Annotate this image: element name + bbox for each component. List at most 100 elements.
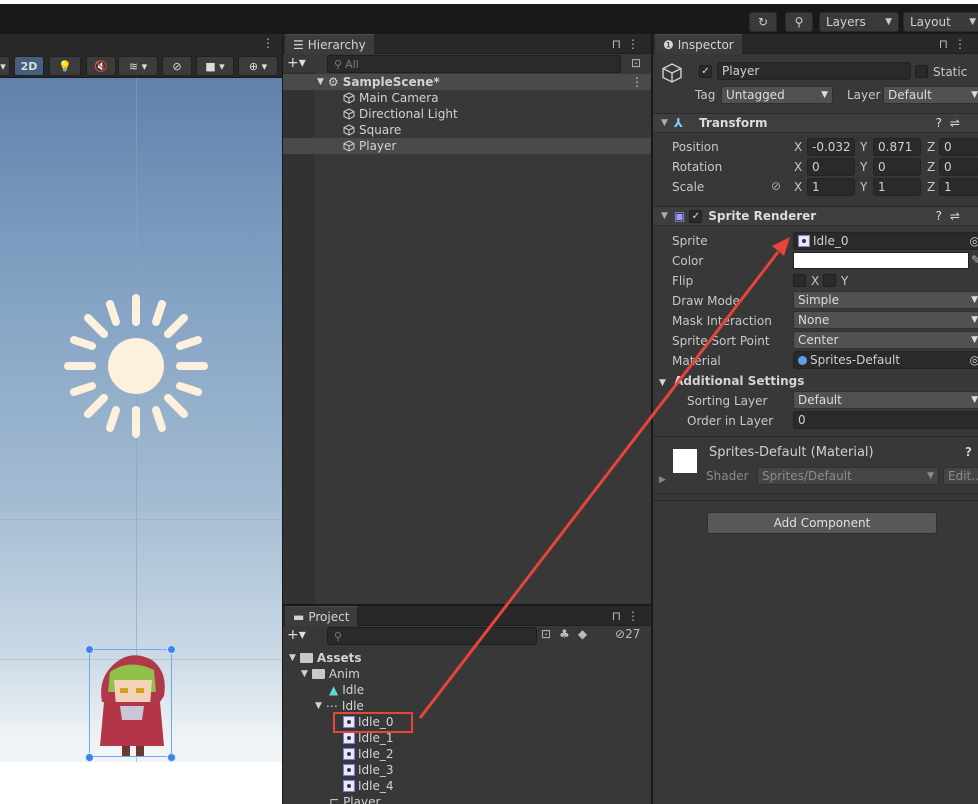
enabled-checkbox[interactable]: ✓ [689, 209, 703, 223]
selection-rect[interactable] [89, 649, 172, 757]
mode-2d-button[interactable]: 2D [14, 56, 44, 76]
sorting-layer-dropdown[interactable]: Default ▼ [793, 391, 978, 409]
position-z-field[interactable]: 0 [939, 138, 978, 156]
tree-item-anim[interactable]: ▼ Anim [283, 666, 651, 682]
expand-arrow-icon[interactable]: ▼ [661, 118, 668, 128]
shader-dropdown[interactable]: Sprites/Default ▼ [757, 467, 939, 485]
expand-arrow-icon[interactable]: ▼ [659, 378, 666, 388]
scene-row[interactable]: ▼ ⚙ SampleScene* ⋮ [283, 74, 651, 90]
item-label: Assets [316, 651, 362, 665]
object-name-field[interactable]: Player [717, 62, 911, 80]
shader-label: Shader [706, 469, 749, 483]
expand-arrow-icon[interactable]: ▶ [659, 475, 666, 485]
rotation-y-field[interactable]: 0 [873, 158, 921, 176]
tab-inspector[interactable]: ❶ Inspector [655, 34, 742, 54]
hidden-count[interactable]: ⊘27 [615, 627, 640, 641]
layers-dropdown[interactable]: Layers ▼ [819, 12, 899, 32]
tree-item-sprite[interactable]: Idle_4 [283, 778, 651, 794]
player-sprite[interactable] [90, 650, 173, 758]
expand-arrow-icon[interactable]: ▼ [317, 77, 324, 87]
camera-dropdown[interactable]: ■ ▾ [196, 56, 234, 76]
transform-header[interactable]: ▼ ⅄ Transform ?⇌ [653, 113, 978, 133]
hierarchy-search-input[interactable]: ⚲ All [327, 55, 621, 73]
tag-dropdown[interactable]: Untagged ▼ [721, 86, 833, 104]
add-button[interactable]: +▾ [287, 55, 306, 71]
layer-dropdown[interactable]: Default ▼ [883, 86, 978, 104]
link-icon[interactable]: ⊘ [771, 179, 781, 193]
layout-dropdown[interactable]: Layout ▼ [903, 12, 978, 32]
expand-arrow-icon[interactable]: ▼ [289, 653, 296, 663]
rotation-z-field[interactable]: 0 [939, 158, 978, 176]
lighting-toggle[interactable]: 💡 [49, 56, 81, 76]
expand-arrow-icon[interactable]: ▼ [301, 669, 308, 679]
expand-arrow-icon[interactable]: ▼ [315, 701, 322, 711]
edit-shader-button[interactable]: Edit... [943, 467, 978, 485]
sorting-layer-value: Default [798, 393, 842, 407]
tab-project[interactable]: ▬ Project [285, 606, 358, 626]
order-in-layer-field[interactable]: 0 [793, 411, 978, 429]
chevron-down-icon: ▼ [969, 17, 976, 27]
effects-dropdown[interactable]: ≋ ▾ [118, 56, 158, 76]
draw-mode-dropdown[interactable]: Simple ▼ [793, 291, 978, 309]
chevron-down-icon: ▼ [821, 90, 828, 100]
audio-toggle[interactable]: 🔇 [86, 56, 116, 76]
object-picker-icon[interactable]: ◎ [970, 353, 978, 367]
resize-handle[interactable] [167, 753, 176, 762]
resize-handle[interactable] [85, 753, 94, 762]
hierarchy-item[interactable]: Square [283, 122, 651, 138]
lock-icon[interactable]: ⊓⋮ [612, 37, 645, 51]
add-component-button[interactable]: Add Component [707, 512, 937, 534]
scale-y-field[interactable]: 1 [873, 178, 921, 196]
static-checkbox[interactable] [915, 65, 928, 78]
project-search-input[interactable]: ⚲ [327, 627, 537, 645]
gizmos-dropdown[interactable]: ⊕ ▾ [238, 56, 278, 76]
scale-x-field[interactable]: 1 [807, 178, 855, 196]
project-panel: ▬ Project ⊓⋮ +▾ ⚲ ⊡♣◆ ⊘27 ▼ Assets ▼ Ani… [283, 606, 651, 804]
visibility-toggle[interactable]: ⊘ [162, 56, 192, 76]
add-button[interactable]: +▾ [287, 627, 306, 643]
sprite-renderer-header[interactable]: ▼ ▣ ✓ Sprite Renderer ?⇌ [653, 206, 978, 226]
eyedropper-icon[interactable]: ✎ [971, 253, 978, 267]
chevron-down-icon[interactable]: ▾ [0, 56, 10, 76]
material-field[interactable]: Sprites-Default ◎ [793, 351, 978, 369]
hierarchy-item-selected[interactable]: Player [283, 138, 651, 154]
help-icon[interactable]: ? [965, 445, 972, 459]
flip-x-checkbox[interactable] [793, 274, 806, 287]
color-swatch[interactable] [793, 252, 969, 269]
object-picker-icon[interactable]: ◎ [970, 234, 978, 248]
hierarchy-item[interactable]: Directional Light [283, 106, 651, 122]
info-icon: ❶ [663, 37, 674, 52]
resize-handle[interactable] [167, 645, 176, 654]
directional-light-icon[interactable] [62, 292, 210, 440]
sprite-field[interactable]: Idle_0 ◎ [793, 232, 978, 250]
history-button[interactable]: ↻ [749, 12, 777, 32]
more-icon[interactable]: ⋮ [262, 36, 274, 50]
active-checkbox[interactable]: ✓ [699, 65, 712, 78]
position-x-field[interactable]: -0.032 [807, 138, 855, 156]
flip-y-checkbox[interactable] [823, 274, 836, 287]
help-settings-icons[interactable]: ?⇌ [936, 209, 968, 223]
hierarchy-item[interactable]: Main Camera [283, 90, 651, 106]
rotation-x-field[interactable]: 0 [807, 158, 855, 176]
additional-settings-foldout[interactable]: ▼ Additional Settings [659, 374, 804, 388]
expand-arrow-icon[interactable]: ▼ [661, 211, 668, 221]
help-settings-icons[interactable]: ?⇌ [936, 116, 968, 130]
tree-item-sprite[interactable]: Idle_2 [283, 746, 651, 762]
resize-handle[interactable] [85, 645, 94, 654]
tree-item-controller[interactable]: ⊏ Player [283, 794, 651, 804]
tree-item-animation-clip[interactable]: ▲ Idle [283, 682, 651, 698]
sort-point-dropdown[interactable]: Center ▼ [793, 331, 978, 349]
lock-icon[interactable]: ⊓⋮ [612, 609, 645, 623]
search-button[interactable]: ⚲ [785, 12, 813, 32]
scale-z-field[interactable]: 1 [939, 178, 978, 196]
filter-icons[interactable]: ⊡♣◆ [541, 627, 595, 641]
position-y-field[interactable]: 0.871 [873, 138, 921, 156]
tab-hierarchy[interactable]: ☰ Hierarchy [285, 34, 374, 54]
more-icon[interactable]: ⋮ [631, 75, 643, 89]
mask-interaction-dropdown[interactable]: None ▼ [793, 311, 978, 329]
tree-item-sprite[interactable]: Idle_3 [283, 762, 651, 778]
lock-icon[interactable]: ⊓⋮ [939, 37, 972, 51]
tree-item-assets[interactable]: ▼ Assets [283, 650, 651, 666]
scene-view[interactable]: ⋮ ▾ 2D 💡 🔇 ≋ ▾ ⊘ ■ ▾ ⊕ ▾ [0, 34, 282, 804]
search-options-icon[interactable]: ⊡ [631, 56, 641, 70]
